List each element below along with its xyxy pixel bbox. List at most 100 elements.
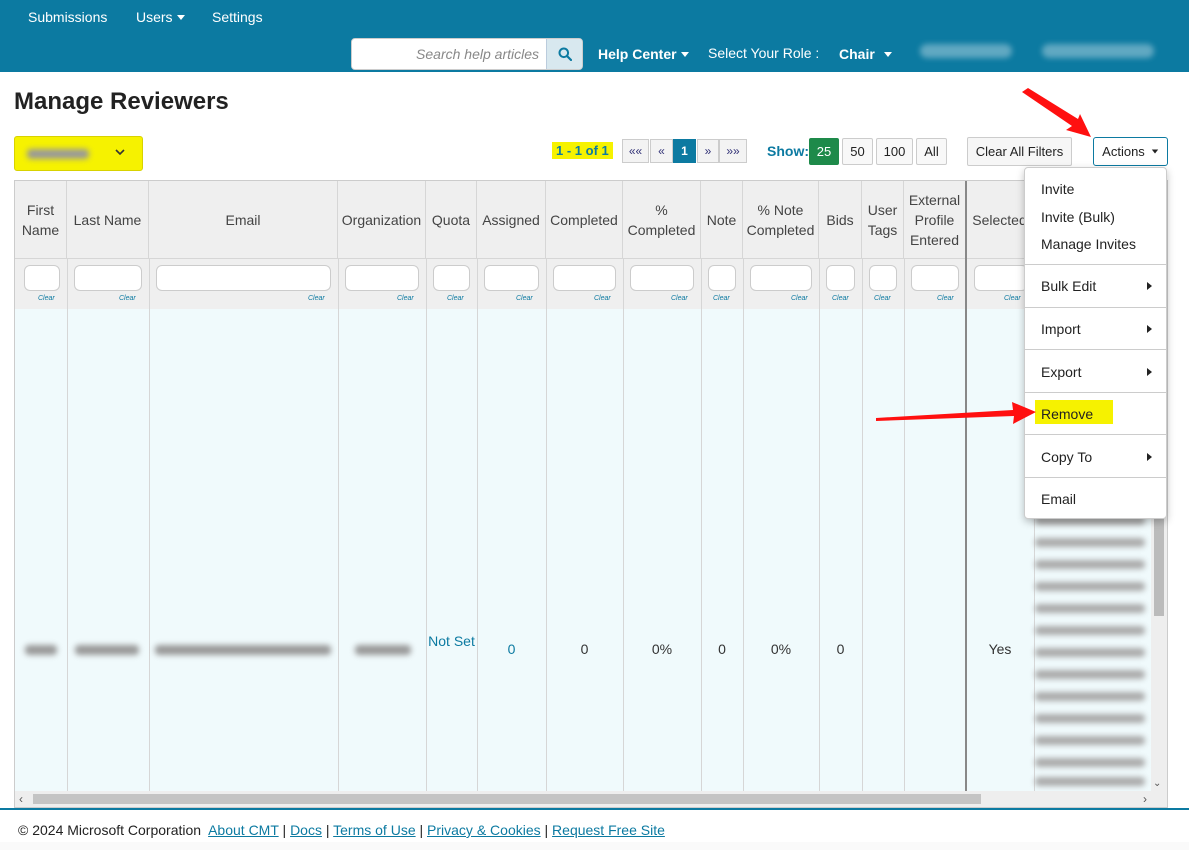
page-size-50[interactable]: 50: [842, 138, 873, 165]
col-assigned[interactable]: Assigned: [477, 181, 546, 258]
help-center-menu[interactable]: Help Center: [598, 46, 689, 62]
clear-filter-link[interactable]: Clear: [713, 295, 730, 302]
menu-item-invite-bulk[interactable]: Invite (Bulk): [1041, 209, 1115, 225]
col-email[interactable]: Email: [149, 181, 338, 258]
filter-selected[interactable]: [974, 265, 1028, 291]
caret-right-icon: [1147, 325, 1152, 333]
page-size-all[interactable]: All: [916, 138, 947, 165]
cell-completed: 0: [580, 641, 589, 657]
menu-divider: [1025, 349, 1166, 350]
menu-item-import[interactable]: Import: [1041, 321, 1081, 337]
col-user-tags[interactable]: User Tags: [862, 181, 904, 258]
filter-pct-completed[interactable]: [630, 265, 694, 291]
filter-quota[interactable]: [433, 265, 470, 291]
filter-assigned[interactable]: [484, 265, 539, 291]
clear-filter-link[interactable]: Clear: [308, 295, 325, 302]
menu-item-copy-to[interactable]: Copy To: [1041, 449, 1092, 465]
cell-quota[interactable]: Not Set: [426, 630, 477, 652]
link-request-site[interactable]: Request Free Site: [552, 822, 665, 838]
next-page-button[interactable]: »: [697, 139, 719, 163]
filter-user-tags[interactable]: [869, 265, 897, 291]
col-organization[interactable]: Organization: [338, 181, 426, 258]
col-bids[interactable]: Bids: [819, 181, 862, 258]
blurred-cell: [1035, 758, 1145, 767]
filter-external-profile[interactable]: [911, 265, 959, 291]
filter-organization[interactable]: [345, 265, 419, 291]
clear-filter-link[interactable]: Clear: [832, 295, 849, 302]
clear-filter-link[interactable]: Clear: [874, 295, 891, 302]
role-select[interactable]: Chair: [839, 46, 892, 62]
actions-button[interactable]: Actions: [1093, 137, 1168, 166]
clear-filter-link[interactable]: Clear: [791, 295, 808, 302]
col-divider: [862, 258, 863, 807]
col-completed[interactable]: Completed: [546, 181, 623, 258]
col-divider: [338, 258, 339, 807]
col-divider: [819, 258, 820, 807]
user-menu[interactable]: [920, 44, 1012, 58]
conference-menu[interactable]: [1042, 44, 1154, 58]
filter-completed[interactable]: [553, 265, 616, 291]
clear-all-filters-button[interactable]: Clear All Filters: [967, 137, 1072, 166]
chevron-left-icon[interactable]: ‹: [19, 792, 23, 806]
horizontal-scrollbar[interactable]: ‹ ›: [15, 791, 1167, 807]
chevron-down-icon[interactable]: ⌄: [1153, 778, 1161, 789]
page-size-100[interactable]: 100: [876, 138, 913, 165]
link-docs[interactable]: Docs: [290, 822, 322, 838]
filter-first-name[interactable]: [24, 265, 60, 291]
link-privacy[interactable]: Privacy & Cookies: [427, 822, 541, 838]
filter-last-name[interactable]: [74, 265, 142, 291]
col-pct-note-completed[interactable]: % Note Completed: [743, 181, 819, 258]
clear-filter-link[interactable]: Clear: [594, 295, 611, 302]
filter-email[interactable]: [156, 265, 331, 291]
search-input[interactable]: [352, 39, 547, 69]
menu-item-manage-invites[interactable]: Manage Invites: [1041, 236, 1136, 252]
cell-assigned[interactable]: 0: [477, 641, 546, 657]
menu-divider: [1025, 477, 1166, 478]
menu-item-bulk-edit[interactable]: Bulk Edit: [1041, 278, 1096, 294]
clear-filter-link[interactable]: Clear: [38, 295, 55, 302]
col-divider: [701, 258, 702, 807]
clear-filter-link[interactable]: Clear: [1004, 295, 1021, 302]
caret-down-icon: [680, 52, 689, 57]
first-page-button[interactable]: ««: [622, 139, 649, 163]
col-note[interactable]: Note: [701, 181, 743, 258]
link-about-cmt[interactable]: About CMT: [208, 822, 279, 838]
page-1-button[interactable]: 1: [673, 139, 696, 163]
menu-item-export[interactable]: Export: [1041, 364, 1081, 380]
last-page-button[interactable]: »»: [719, 139, 747, 163]
menu-item-remove[interactable]: Remove: [1041, 406, 1093, 422]
help-center-label: Help Center: [598, 46, 677, 62]
col-pct-completed[interactable]: % Completed: [623, 181, 701, 258]
clear-filter-link[interactable]: Clear: [937, 295, 954, 302]
vertical-scrollbar[interactable]: ⌄: [1151, 481, 1167, 791]
scroll-thumb[interactable]: [33, 794, 981, 804]
search-button[interactable]: [546, 39, 582, 69]
col-external-profile[interactable]: External Profile Entered: [904, 181, 966, 258]
clear-filter-link[interactable]: Clear: [397, 295, 414, 302]
menu-item-invite[interactable]: Invite: [1041, 181, 1074, 197]
show-label: Show:: [767, 143, 809, 159]
nav-users[interactable]: Users: [136, 9, 185, 25]
filter-bids[interactable]: [826, 265, 855, 291]
blurred-cell: [1035, 670, 1145, 679]
menu-item-email[interactable]: Email: [1041, 491, 1076, 507]
nav-settings[interactable]: Settings: [212, 9, 263, 25]
track-select[interactable]: [14, 136, 143, 171]
col-first-name[interactable]: First Name: [15, 181, 67, 258]
cell-first-name: [25, 645, 57, 655]
link-terms[interactable]: Terms of Use: [333, 822, 415, 838]
page-size-25[interactable]: 25: [809, 138, 839, 165]
col-last-name[interactable]: Last Name: [67, 181, 149, 258]
cell-selected: Yes: [988, 641, 1012, 657]
clear-filter-link[interactable]: Clear: [516, 295, 533, 302]
clear-filter-link[interactable]: Clear: [119, 295, 136, 302]
prev-page-button[interactable]: «: [650, 139, 673, 163]
chevron-right-icon[interactable]: ›: [1143, 792, 1147, 806]
clear-filter-link[interactable]: Clear: [671, 295, 688, 302]
filter-note[interactable]: [708, 265, 736, 291]
nav-submissions[interactable]: Submissions: [28, 9, 107, 25]
filter-pct-note-completed[interactable]: [750, 265, 812, 291]
cell-email: [155, 645, 331, 655]
col-quota[interactable]: Quota: [426, 181, 477, 258]
clear-filter-link[interactable]: Clear: [447, 295, 464, 302]
